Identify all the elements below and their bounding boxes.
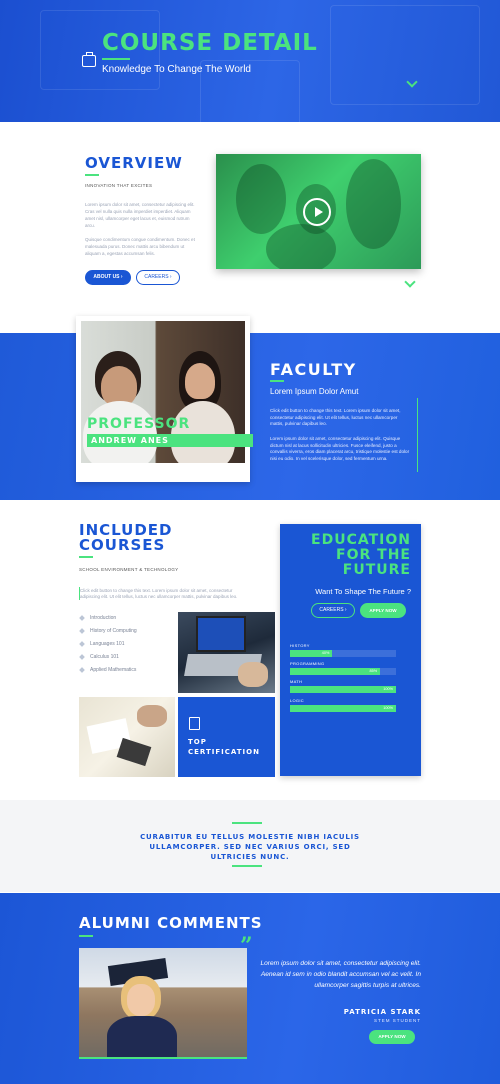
certification-label: TOP CERTIFICATION bbox=[188, 737, 260, 757]
skill-fill: 100% bbox=[290, 686, 396, 693]
education-title: EDUCATION FOR THE FUTURE bbox=[280, 533, 411, 578]
faculty-underline bbox=[270, 380, 284, 382]
education-subtitle: Want To Shape The Future ? bbox=[315, 587, 411, 596]
professor-label: PROFESSOR bbox=[87, 416, 191, 432]
education-title-line-1: EDUCATION bbox=[311, 532, 411, 548]
faculty-subtitle: Lorem Ipsum Dolor Amut bbox=[270, 387, 359, 396]
skill-fill: 100% bbox=[290, 705, 396, 712]
list-item-label: Introduction bbox=[90, 615, 117, 621]
diamond-icon bbox=[79, 614, 85, 621]
diamond-icon bbox=[79, 627, 85, 634]
faculty-paragraph-2: Lorem ipsum dolor sit amet, consectetur … bbox=[270, 436, 410, 461]
certification-label-line-1: TOP bbox=[188, 738, 207, 746]
hero-banner bbox=[0, 0, 500, 122]
list-item-label: Applied Mathematics bbox=[90, 667, 137, 673]
list-item-label: Languages 101 bbox=[90, 641, 125, 647]
skill-label: LOGIC bbox=[290, 698, 304, 703]
list-item: Languages 101 bbox=[79, 640, 125, 647]
about-us-button[interactable]: ABOUT US › bbox=[85, 270, 131, 285]
list-item: History of Computing bbox=[79, 627, 137, 634]
education-title-line-2: FOR THE bbox=[336, 547, 411, 563]
overview-underline bbox=[85, 174, 99, 176]
skill-bar: 40% bbox=[290, 650, 396, 657]
laptop-image bbox=[178, 612, 275, 693]
desk-image bbox=[79, 697, 175, 777]
list-item-label: History of Computing bbox=[90, 628, 137, 634]
education-title-line-3: FUTURE bbox=[342, 562, 411, 578]
skill-fill: 40% bbox=[290, 650, 333, 657]
careers-button[interactable]: CAREERS › bbox=[136, 270, 180, 285]
list-item: Calculus 101 bbox=[79, 653, 119, 660]
faculty-title: FACULTY bbox=[270, 360, 357, 379]
play-icon[interactable] bbox=[303, 198, 331, 226]
diamond-icon bbox=[79, 666, 85, 673]
graduate-photo bbox=[79, 948, 247, 1059]
list-item: Introduction bbox=[79, 614, 117, 621]
professor-name: ANDREW ANES bbox=[87, 434, 253, 447]
certificate-icon bbox=[189, 717, 200, 730]
diamond-icon bbox=[79, 653, 85, 660]
quote-mark-icon: ” bbox=[240, 933, 253, 959]
faculty-accent-line bbox=[417, 398, 418, 472]
skill-bar: 100% bbox=[290, 686, 396, 693]
skill-label: PROGRAMMING bbox=[290, 661, 325, 666]
skill-label: MATH bbox=[290, 679, 303, 684]
alumni-name: PATRICIA STARK bbox=[343, 1008, 421, 1016]
list-item-label: Calculus 101 bbox=[90, 654, 119, 660]
courses-kicker: SCHOOL ENVIRONMENT & TECHNOLOGY bbox=[79, 567, 179, 572]
briefcase-icon bbox=[82, 52, 96, 67]
courses-title: INCLUDED COURSES bbox=[79, 523, 173, 553]
page-subtitle: Knowledge To Change The World bbox=[102, 64, 251, 75]
photo-accent-bar bbox=[79, 1057, 247, 1059]
skill-bar: 85% bbox=[290, 668, 396, 675]
skill-fill: 85% bbox=[290, 668, 381, 675]
skill-label: HISTORY bbox=[290, 643, 310, 648]
courses-underline bbox=[79, 556, 93, 558]
alumni-underline bbox=[79, 935, 93, 937]
courses-paragraph: Click edit button to change this text. L… bbox=[80, 588, 238, 599]
chevron-down-icon[interactable] bbox=[404, 276, 416, 288]
apply-now-button[interactable]: APPLY NOW bbox=[369, 1030, 415, 1044]
alumni-title: ALUMNI COMMENTS bbox=[79, 914, 263, 932]
certification-label-line-2: CERTIFICATION bbox=[188, 748, 260, 756]
apply-now-button[interactable]: APPLY NOW bbox=[360, 603, 406, 618]
skill-bar: 100% bbox=[290, 705, 396, 712]
faculty-section bbox=[0, 333, 500, 500]
alumni-role: STEM STUDENT bbox=[373, 1018, 421, 1023]
quote-text: CURABITUR EU TELLUS MOLESTIE NIBH IACULI… bbox=[140, 833, 360, 861]
overview-paragraph-1: Lorem ipsum dolor sit amet, consectetur … bbox=[85, 202, 195, 228]
faculty-paragraph-1: Click edit button to change this text. L… bbox=[270, 408, 401, 427]
careers-button[interactable]: CAREERS › bbox=[311, 603, 355, 618]
quote-top-line bbox=[232, 822, 262, 824]
overview-kicker: INNOVATION THAT EXCITES bbox=[85, 183, 153, 188]
quote-bottom-line bbox=[232, 865, 262, 867]
overview-paragraph-2: Quisque condimentum congue condimentum. … bbox=[85, 237, 195, 256]
list-item: Applied Mathematics bbox=[79, 666, 137, 673]
alumni-quote: Lorem ipsum dolor sit amet, consectetur … bbox=[260, 960, 421, 989]
courses-title-line-2: COURSES bbox=[79, 536, 166, 554]
diamond-icon bbox=[79, 640, 85, 647]
title-underline bbox=[102, 58, 130, 60]
page-title: COURSE DETAIL bbox=[102, 30, 318, 56]
overview-title: OVERVIEW bbox=[85, 154, 183, 172]
